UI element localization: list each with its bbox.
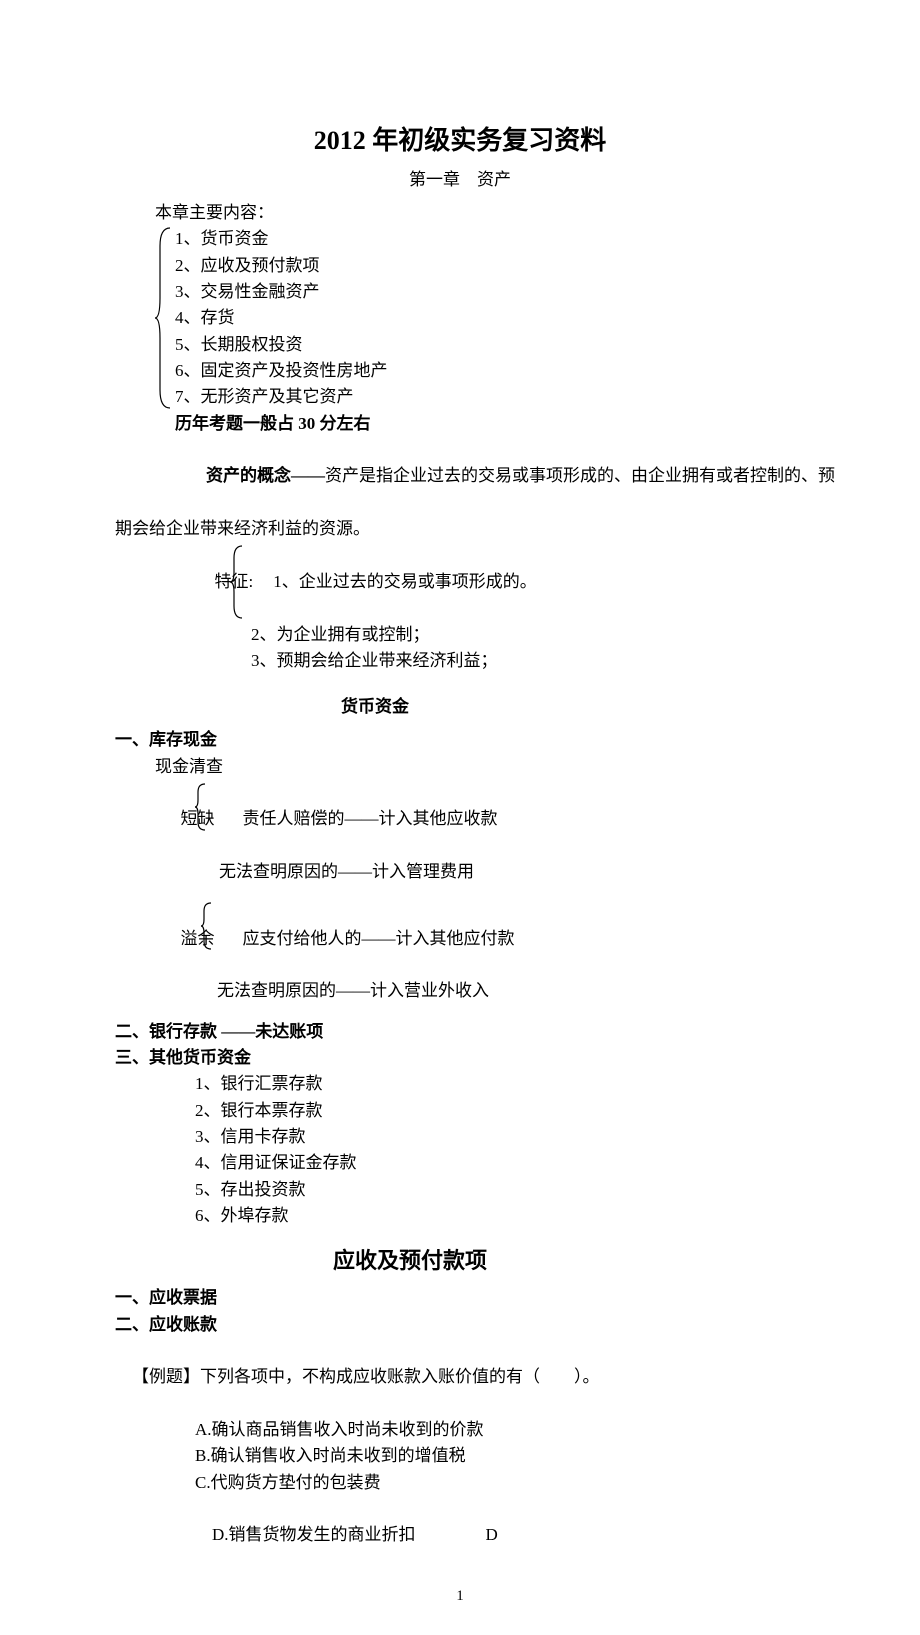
list-item: 6、固定资产及投资性房地产 [115,358,805,384]
document-page: 2012 年初级实务复习资料 第一章 资产 本章主要内容： 1、货币资金 2、应… [0,0,920,1635]
list-item: 1、货币资金 [115,226,805,252]
list-item: 6、外埠存款 [115,1203,805,1229]
over-item: 应支付给他人的——计入其他应付款 [215,929,515,948]
main-content-label: 本章主要内容： [115,200,805,226]
feature-item: 3、预期会给企业带来经济利益； [115,648,805,674]
list-item: 4、信用证保证金存款 [115,1150,805,1176]
page-number: 1 [115,1588,805,1605]
feature-row: 特征:1、企业过去的交易或事项形成的。 [115,542,805,621]
list-item: 4、存货 [115,305,805,331]
over-label: 溢余 [181,929,215,948]
list-item: 3、信用卡存款 [115,1124,805,1150]
over-row: 溢余应支付给他人的——计入其他应付款 [115,899,805,978]
answer: D [416,1525,498,1544]
shortage-block: 短缺责任人赔偿的——计入其他应收款 无法查明原因的——计入管理费用 [115,780,805,885]
feature-block: 特征:1、企业过去的交易或事项形成的。 2、为企业拥有或控制； 3、预期会给企业… [115,542,805,674]
money-section-title: 货币资金 [175,692,575,717]
option-c: C.代购货方垫付的包装费 [115,1470,805,1496]
asset-def-text-1: 资产是指企业过去的交易或事项形成的、由企业拥有或者控制的、预 [325,466,835,485]
list-item: 2、应收及预付款项 [115,253,805,279]
feature-label: 特征: [215,572,254,591]
feature-item: 2、为企业拥有或控制； [115,622,805,648]
other-money-heading: 三、其他货币资金 [115,1045,805,1071]
exam-note: 历年考题一般占 30 分左右 [115,411,805,437]
list-item: 5、长期股权投资 [115,332,805,358]
bank-heading: 二、银行存款 ——未达账项 [115,1019,805,1045]
short-item: 责任人赔偿的——计入其他应收款 [215,809,498,828]
list-item: 5、存出投资款 [115,1177,805,1203]
list-item: 2、银行本票存款 [115,1098,805,1124]
cash-check: 现金清查 [115,754,805,780]
option-d-row: D.销售货物发生的商业折扣D [115,1496,805,1575]
option-d: D.销售货物发生的商业折扣 [212,1525,416,1544]
content-list-block: 1、货币资金 2、应收及预付款项 3、交易性金融资产 4、存货 5、长期股权投资… [115,226,805,410]
example-text: 下列各项中，不构成应收账款入账价值的有（ ）。 [200,1367,600,1386]
option-b: B.确认销售收入时尚未收到的增值税 [115,1443,805,1469]
option-a: A.确认商品销售收入时尚未收到的价款 [115,1417,805,1443]
list-item: 1、银行汇票存款 [115,1071,805,1097]
example-question: 【例题】下列各项中，不构成应收账款入账价值的有（ ）。 [115,1338,805,1417]
cash-heading: 一、库存现金 [115,727,805,753]
asset-definition: 资产的概念——资产是指企业过去的交易或事项形成的、由企业拥有或者控制的、预 [115,437,805,516]
asset-def-label: 资产的概念—— [206,466,325,485]
recv-heading-1: 一、应收票据 [115,1285,805,1311]
short-row: 短缺责任人赔偿的——计入其他应收款 [115,780,805,859]
asset-def-text-2: 期会给企业带来经济利益的资源。 [115,516,805,542]
document-title: 2012 年初级实务复习资料 [115,120,805,157]
surplus-block: 溢余应支付给他人的——计入其他应付款 无法查明原因的——计入营业外收入 [115,899,805,1004]
list-item: 3、交易性金融资产 [115,279,805,305]
receivable-title: 应收及预付款项 [260,1243,560,1275]
over-item: 无法查明原因的——计入营业外收入 [115,978,805,1004]
feature-item: 1、企业过去的交易或事项形成的。 [253,572,537,591]
chapter-title: 第一章 资产 [115,165,805,190]
short-label: 短缺 [181,809,215,828]
example-label: 【例题】 [132,1367,200,1386]
short-item: 无法查明原因的——计入管理费用 [115,859,805,885]
list-item: 7、无形资产及其它资产 [115,384,805,410]
recv-heading-2: 二、应收账款 [115,1312,805,1338]
